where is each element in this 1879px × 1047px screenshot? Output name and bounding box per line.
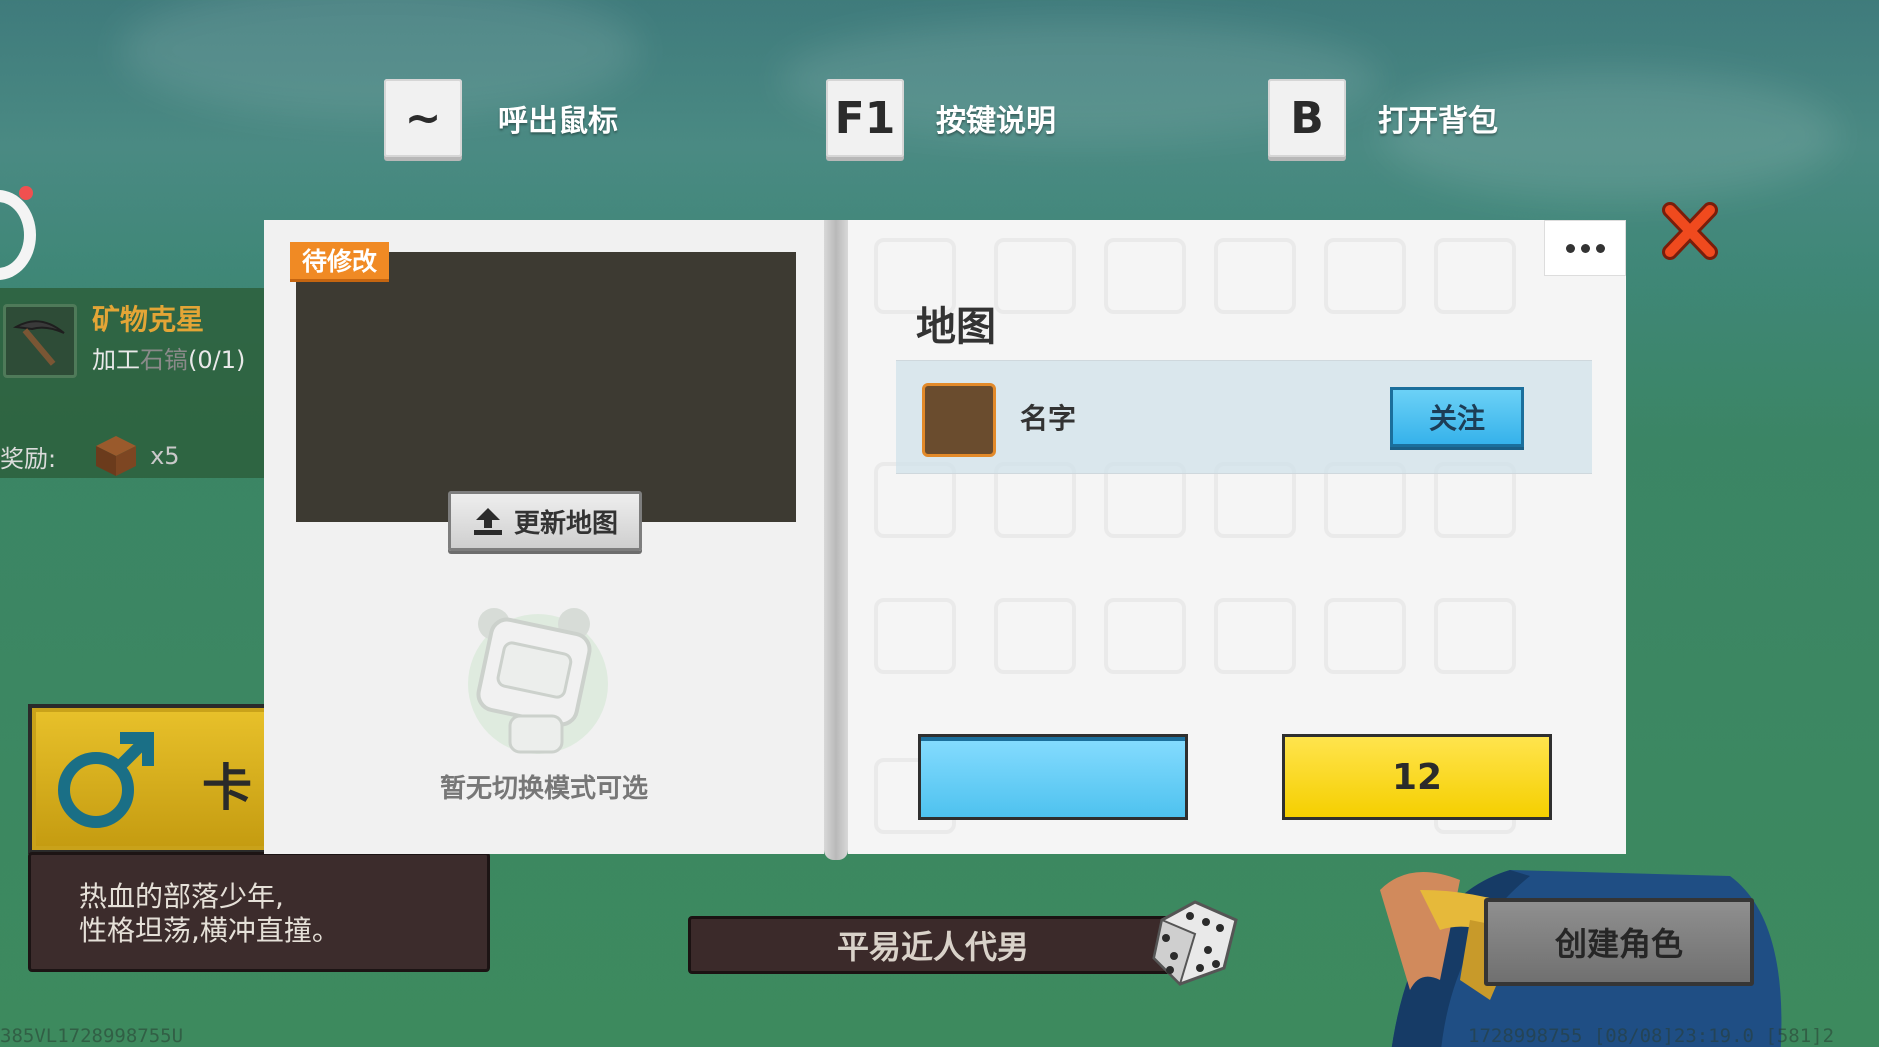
reward-label: 奖励: xyxy=(0,444,57,473)
follow-button[interactable]: 关注 xyxy=(1390,387,1524,447)
pane-divider xyxy=(824,220,848,860)
dice-icon[interactable] xyxy=(1150,898,1240,988)
character-desc-line2: 性格坦荡,横冲直撞。 xyxy=(79,914,340,947)
quest-task-prefix: 加工 xyxy=(92,346,140,374)
quest-panel[interactable]: 矿物克星 加工石镐(0/1) 奖励: x5 xyxy=(0,288,264,478)
blue-action-button[interactable] xyxy=(918,734,1188,820)
yellow-button-value: 12 xyxy=(1391,756,1443,798)
status-badge: 待修改 xyxy=(290,242,390,282)
hint-mouse: ~ 呼出鼠标 xyxy=(384,79,618,157)
map-thumbnail[interactable] xyxy=(296,252,796,522)
trait-name-field[interactable]: 平易近人代男 xyxy=(688,916,1178,974)
map-info-pane: 地图 名字 关注 12 xyxy=(848,220,1626,854)
player-avatar-button[interactable] xyxy=(0,190,36,280)
character-name: 卡 xyxy=(202,759,252,817)
quest-task-item: 石镐 xyxy=(140,346,188,374)
hint-help: F1 按键说明 xyxy=(826,79,1056,157)
quest-reward: 奖励: x5 xyxy=(0,434,180,478)
quest-task: 加工石镐(0/1) xyxy=(92,340,245,375)
more-options-button[interactable] xyxy=(1544,220,1626,276)
male-symbol-icon xyxy=(58,732,154,828)
author-row: 名字 关注 xyxy=(896,360,1592,474)
dot-icon xyxy=(1595,243,1605,253)
map-dialog: 待修改 更新地图 暂无切换模式可选 地图 名字 关注 12 xyxy=(264,220,1626,860)
quest-title: 矿物克星 xyxy=(92,303,205,336)
dot-icon xyxy=(1580,243,1590,253)
quest-task-progress: (0/1) xyxy=(188,346,246,374)
pickaxe-icon xyxy=(3,304,77,378)
update-map-button[interactable]: 更新地图 xyxy=(448,491,642,551)
version-text-left: 385VL1728998755U xyxy=(0,1025,184,1047)
tilde-key-icon[interactable]: ~ xyxy=(384,79,462,157)
empty-mode-text: 暂无切换模式可选 xyxy=(439,774,648,804)
f1-key-icon[interactable]: F1 xyxy=(826,79,904,157)
panda-mascot-icon xyxy=(468,608,608,754)
b-key-icon[interactable]: B xyxy=(1268,79,1346,157)
character-card[interactable]: 卡 xyxy=(28,704,264,854)
dirt-block-icon xyxy=(94,434,138,478)
yellow-action-button[interactable]: 12 xyxy=(1282,734,1552,820)
hint-label: 呼出鼠标 xyxy=(498,104,618,139)
dot-icon xyxy=(1565,243,1575,253)
hint-label: 按键说明 xyxy=(936,104,1056,139)
close-icon[interactable] xyxy=(1660,200,1720,262)
character-description: 热血的部落少年, 性格坦荡,横冲直撞。 xyxy=(28,852,490,972)
author-name: 名字 xyxy=(1020,402,1077,435)
hint-label: 打开背包 xyxy=(1378,104,1498,139)
update-map-label: 更新地图 xyxy=(513,508,618,539)
version-text-right: 1728998755 [08/08]23:19.0 [581]2 xyxy=(1468,1025,1835,1047)
reward-count: x5 xyxy=(150,442,180,470)
create-character-button[interactable]: 创建角色 xyxy=(1484,898,1754,986)
author-avatar[interactable] xyxy=(922,383,996,457)
map-preview-pane: 待修改 更新地图 暂无切换模式可选 xyxy=(264,220,824,854)
notification-dot xyxy=(19,186,33,200)
hint-backpack: B 打开背包 xyxy=(1268,79,1498,157)
upload-icon xyxy=(473,508,502,535)
map-title: 地图 xyxy=(916,304,996,350)
